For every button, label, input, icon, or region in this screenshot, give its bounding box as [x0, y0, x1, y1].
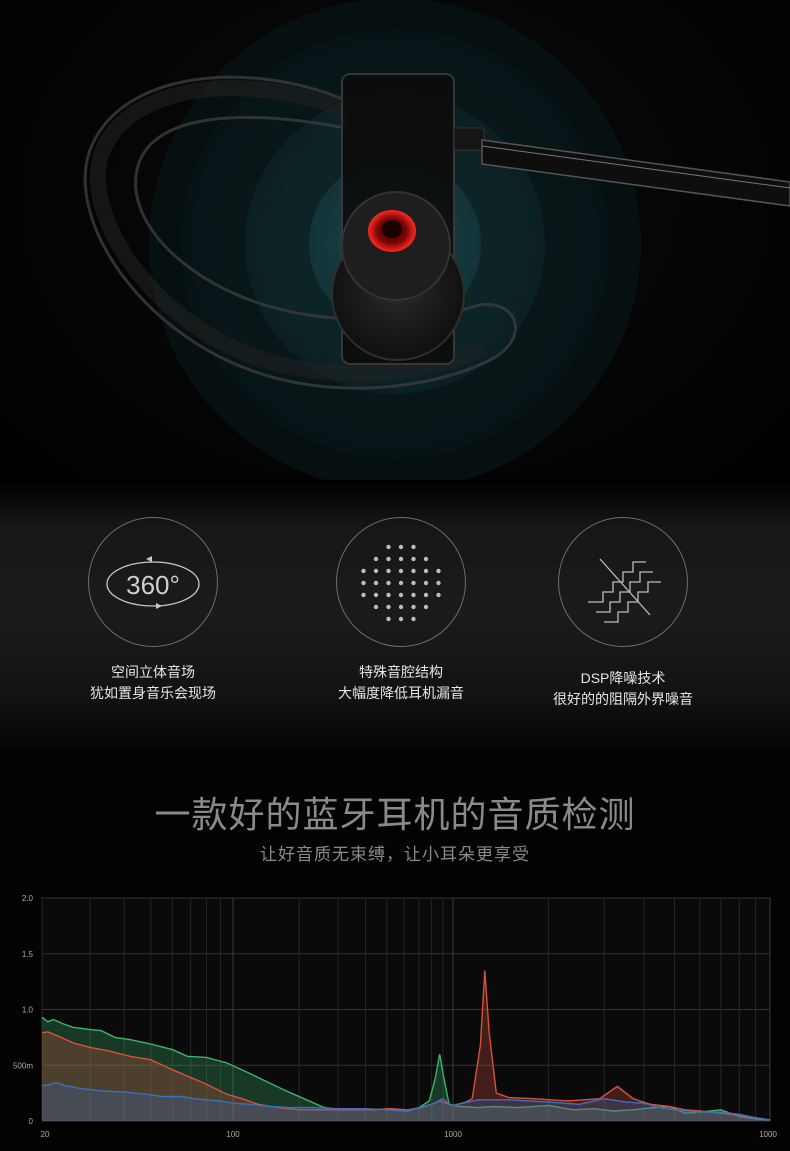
dot [423, 568, 429, 574]
dot [373, 604, 379, 610]
dot [373, 568, 379, 574]
feature-circle-cavity [336, 517, 466, 647]
dot [398, 568, 404, 574]
y-tick-label: 1.0 [22, 1006, 34, 1015]
noise-reduction-icon [588, 558, 661, 623]
dot [436, 580, 441, 586]
x-tick-label: 1000 [444, 1130, 462, 1139]
dot [398, 592, 404, 598]
dot [411, 616, 416, 622]
features-section: 360° 空间立体音场 犹如置身音乐会现场 特殊音腔结构 大幅度降低耳机漏音 D… [0, 480, 790, 750]
feature-title: 特殊音腔结构 [359, 664, 443, 680]
dot [386, 556, 391, 562]
dot [373, 556, 379, 562]
x-tick-label: 20 [41, 1130, 50, 1139]
y-tick-label: 0 [29, 1117, 34, 1126]
dot [361, 580, 366, 586]
dot-grid-icon [361, 544, 441, 622]
dot [411, 544, 416, 550]
dot [398, 604, 404, 610]
dot [386, 616, 391, 622]
dot [423, 592, 429, 598]
dot [398, 616, 404, 622]
360-label: 360° [126, 570, 180, 600]
dot [386, 544, 391, 550]
dot [386, 604, 391, 610]
y-tick-label: 1.5 [22, 950, 34, 959]
hero-earphone-illustration [0, 0, 790, 500]
dot [411, 580, 416, 586]
dot [386, 592, 391, 598]
dot [423, 580, 429, 586]
feature-circle-360: 360° [88, 517, 218, 647]
feature-circle-dsp [558, 517, 688, 647]
dot [361, 592, 366, 598]
dot [398, 544, 404, 550]
feature-title: DSP降噪技术 [580, 670, 666, 686]
360-icon: 360° [106, 556, 200, 609]
dot [436, 592, 441, 598]
x-tick-label: 100 [226, 1130, 240, 1139]
feature-description: 很好的的阻隔外界噪音 [553, 691, 693, 707]
dot [398, 580, 404, 586]
feature-description: 大幅度降低耳机漏音 [338, 685, 464, 701]
dot [386, 568, 391, 574]
feature-text-2: 特殊音腔结构 大幅度降低耳机漏音 [291, 662, 511, 704]
page-subheadline: 让好音质无束缚，让小耳朵更享受 [260, 845, 530, 864]
dot [436, 568, 441, 574]
frequency-response-chart: 0 500m 1.0 1.5 2.0 20 100 1000 1000 [13, 894, 777, 1139]
dot [386, 580, 391, 586]
dot [423, 556, 429, 562]
dot [423, 604, 429, 610]
page-headline: 一款好的蓝牙耳机的音质检测 [154, 794, 636, 835]
dot [398, 556, 404, 562]
x-tick-label: 1000 [759, 1130, 777, 1139]
dot [411, 604, 416, 610]
dot [411, 568, 416, 574]
dot [373, 580, 379, 586]
feature-text-3: DSP降噪技术 很好的的阻隔外界噪音 [513, 668, 733, 710]
feature-title: 空间立体音场 [111, 664, 195, 680]
dot [411, 592, 416, 598]
dot [361, 568, 366, 574]
dot [373, 592, 379, 598]
earphone-sound-waves-image [83, 0, 790, 490]
feature-text-1: 空间立体音场 犹如置身音乐会现场 [43, 662, 263, 704]
feature-description: 犹如置身音乐会现场 [90, 685, 216, 701]
dot [411, 556, 416, 562]
y-tick-label: 500m [13, 1061, 33, 1070]
y-tick-label: 2.0 [22, 894, 34, 903]
